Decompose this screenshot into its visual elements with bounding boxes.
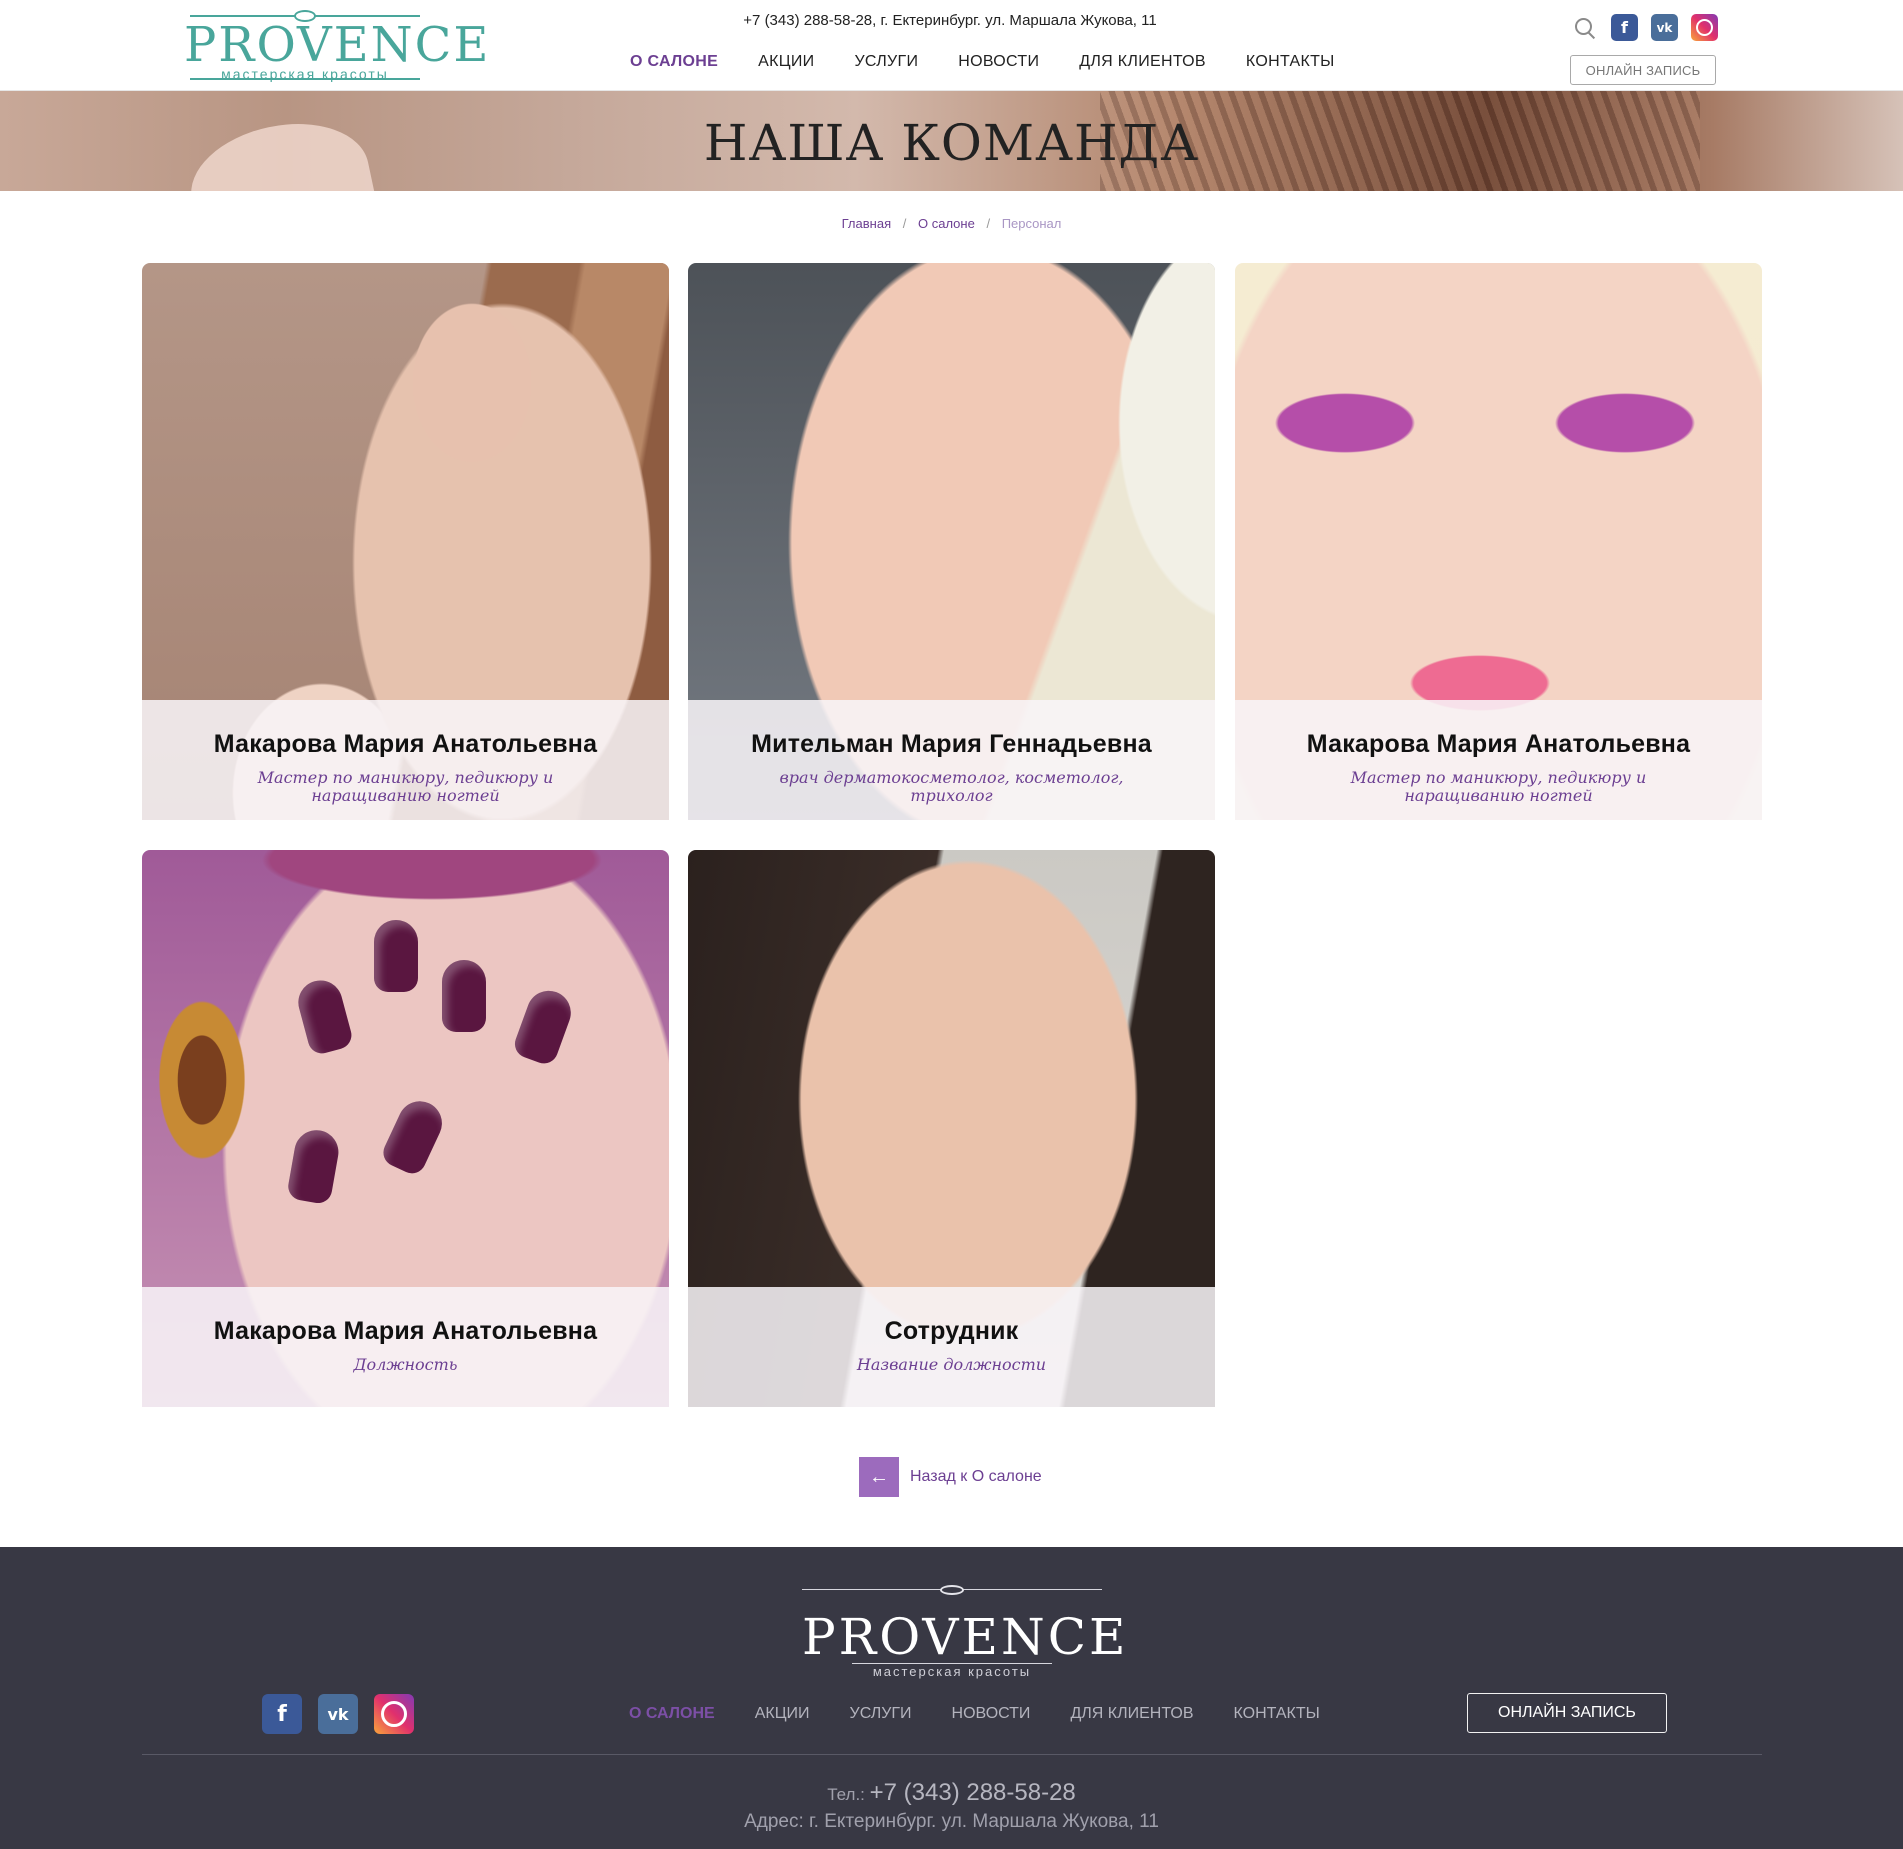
team-card-info: Мительман Мария Геннадьевна врач дермато… [688,700,1215,820]
footer-nav-item-services[interactable]: УСЛУГИ [830,1704,932,1724]
team-member-name: Макарова Мария Анатольевна [213,730,598,758]
footer-nav: О САЛОНЕ АКЦИИ УСЛУГИ НОВОСТИ ДЛЯ КЛИЕНТ… [609,1704,1340,1724]
main-nav: О САЛОНЕ АКЦИИ УСЛУГИ НОВОСТИ ДЛЯ КЛИЕНТ… [610,50,1355,74]
team-card[interactable]: Макарова Мария Анатольевна Мастер по ман… [1235,263,1762,820]
team-member-role: Название должности [856,1355,1047,1374]
team-card-info: Сотрудник Название должности [688,1287,1215,1407]
nav-item-news[interactable]: НОВОСТИ [938,50,1059,74]
team-member-name: Сотрудник [884,1317,1019,1345]
footer-logo-tagline: мастерская красоты [872,1664,1032,1679]
team-card-info: Макарова Мария Анатольевна Мастер по ман… [142,700,669,820]
facebook-icon[interactable]: f [262,1694,302,1734]
footer-logo-wordmark: PROVENCE [802,1608,1129,1666]
nail-decoration [293,975,355,1057]
nail-decoration [511,984,577,1068]
nail-decoration [378,1094,450,1178]
footer-nav-item-news[interactable]: НОВОСТИ [932,1704,1051,1724]
team-card[interactable]: Макарова Мария Анатольевна Должность [142,850,669,1407]
footer-social: f vk [262,1694,414,1734]
footer-logo[interactable]: PROVENCE мастерская красоты [802,1585,1129,1679]
footer-nav-item-about[interactable]: О САЛОНЕ [609,1704,735,1724]
breadcrumb-home[interactable]: Главная [842,216,891,231]
team-member-role: Должность [353,1355,458,1374]
breadcrumb-separator: / [902,216,907,231]
facebook-icon[interactable]: f [1611,14,1638,41]
logo[interactable]: PROVENCE мастерская красоты [184,10,491,82]
team-member-role: Мастер по маникюру, педикюру и наращиван… [257,768,554,805]
nail-decoration [374,920,418,992]
nav-item-about[interactable]: О САЛОНЕ [610,50,738,74]
team-member-role: врач дерматокосметолог, косметолог, трих… [779,768,1124,805]
search-icon[interactable] [1572,15,1598,41]
breadcrumb-separator: / [986,216,991,231]
team-card-info: Макарова Мария Анатольевна Должность [142,1287,669,1407]
nav-item-services[interactable]: УСЛУГИ [834,50,938,74]
site-header: PROVENCE мастерская красоты +7 (343) 288… [0,0,1903,91]
arrow-left-icon[interactable]: ← [859,1457,899,1497]
team-card-info: Макарова Мария Анатольевна Мастер по ман… [1235,700,1762,820]
footer-logo-ornament-center [940,1585,964,1595]
logo-wordmark: PROVENCE [184,17,491,73]
team-card[interactable]: Сотрудник Название должности [688,850,1215,1407]
header-contact-line: +7 (343) 288-58-28, г. Ектеринбург. ул. … [743,12,1157,29]
team-member-name: Мительман Мария Геннадьевна [751,730,1152,758]
nav-item-promotions[interactable]: АКЦИИ [738,50,834,74]
team-card[interactable]: Мительман Мария Геннадьевна врач дермато… [688,263,1215,820]
team-member-name: Макарова Мария Анатольевна [213,1317,598,1345]
hero-banner: НАША КОМАНДА [0,91,1903,191]
team-member-role: Мастер по маникюру, педикюру и наращиван… [1350,768,1647,805]
footer-nav-item-contacts[interactable]: КОНТАКТЫ [1214,1704,1340,1724]
team-card[interactable]: Макарова Мария Анатольевна Мастер по ман… [142,263,669,820]
footer-online-booking-button[interactable]: ОНЛАЙН ЗАПИСЬ [1467,1693,1667,1733]
footer-phone: Тел.: +7 (343) 288-58-28 [0,1779,1903,1807]
footer-phone-number[interactable]: +7 (343) 288-58-28 [870,1779,1076,1806]
footer-nav-item-for-clients[interactable]: ДЛЯ КЛИЕНТОВ [1050,1704,1213,1724]
nail-decoration [286,1126,342,1206]
footer-divider [142,1754,1762,1755]
page-title: НАША КОМАНДА [703,114,1200,172]
nail-decoration [442,960,486,1032]
footer-phone-label: Тел.: [827,1785,865,1804]
logo-ornament-bottom [190,78,420,80]
vk-icon[interactable]: vk [1651,14,1678,41]
vk-icon[interactable]: vk [318,1694,358,1734]
back-link-label[interactable]: Назад к О салоне [910,1468,1042,1486]
breadcrumb-current: Персонал [1001,216,1062,231]
site-footer: PROVENCE мастерская красоты f vk О САЛОН… [0,1547,1903,1849]
footer-address: Адрес: г. Ектеринбург. ул. Маршала Жуков… [744,1811,1159,1832]
nav-item-for-clients[interactable]: ДЛЯ КЛИЕНТОВ [1059,50,1226,74]
back-link[interactable]: ← Назад к О салоне [859,1457,1042,1497]
header-icons: f vk [1572,14,1718,41]
instagram-icon[interactable] [374,1694,414,1734]
online-booking-button[interactable]: ОНЛАЙН ЗАПИСЬ [1570,55,1716,85]
nav-item-contacts[interactable]: КОНТАКТЫ [1226,50,1355,74]
team-member-name: Макарова Мария Анатольевна [1306,730,1691,758]
breadcrumb-about[interactable]: О салоне [918,216,975,231]
breadcrumb: Главная / О салоне / Персонал [0,216,1903,231]
instagram-icon[interactable] [1691,14,1718,41]
footer-nav-item-promotions[interactable]: АКЦИИ [735,1704,830,1724]
